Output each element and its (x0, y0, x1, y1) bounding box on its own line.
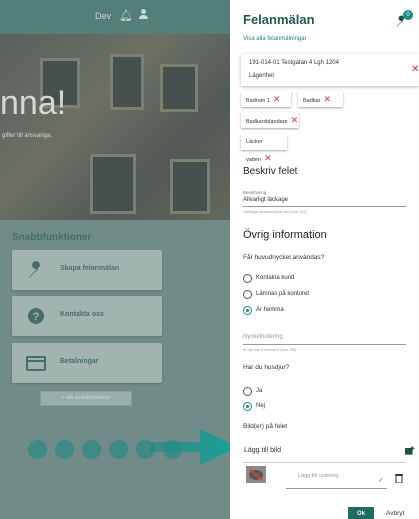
chip-label: Badrum 1 (246, 98, 270, 104)
cancel-button[interactable]: Avbryt (386, 510, 404, 517)
images-heading: Bild(er) på felet (243, 423, 288, 430)
description-underline (243, 206, 406, 207)
description-input[interactable]: Allvarligt läckage (243, 197, 288, 203)
pet-question: Har du husdjur? (243, 364, 290, 371)
chip-symptom: Läcker vatten ✕ (241, 134, 287, 163)
chip-part: Badkarsblandare ✕ (241, 112, 299, 128)
key-note-hint: Ex när kan vi komma in (max 256) (243, 348, 297, 352)
chip-label: Badkar (303, 98, 321, 104)
radio-button[interactable] (243, 306, 252, 315)
pointer-arrow-icon (150, 429, 230, 465)
address-type: Lägenhet (249, 73, 275, 79)
radio-label: Är hemma (256, 307, 284, 313)
image-note-input[interactable]: Lägg till notering (298, 473, 338, 479)
radio-button[interactable] (243, 387, 252, 396)
chip-object: Badkar ✕ (298, 91, 343, 107)
fault-report-counter[interactable]: 0 (395, 10, 417, 28)
remove-address-icon[interactable]: ✕ (411, 64, 419, 75)
remove-chip-icon[interactable]: ✕ (323, 94, 331, 104)
remove-chip-icon[interactable]: ✕ (264, 153, 272, 163)
selected-address-card: 191-014-01 Testgatan 4 Lgh 1204 Lägenhet… (241, 54, 419, 86)
background-app: Dev 🔔︎ nna! gifter till ansvariga, Snabb… (0, 0, 230, 519)
radio-button[interactable] (243, 290, 252, 299)
radio-label: Ja (256, 388, 263, 394)
radio-button[interactable] (243, 274, 252, 283)
key-question: Får huvudnyckel användas? (243, 254, 325, 261)
image-thumbnail[interactable] (246, 466, 266, 483)
panel-title: Felanmälan (243, 12, 315, 27)
view-all-reports-link[interactable]: Visa alla felanmälningar (243, 36, 307, 42)
fault-report-panel: Felanmälan 0 Visa alla felanmälningar 19… (230, 0, 419, 519)
description-label: Beskrivning (243, 190, 267, 195)
add-photo-icon[interactable] (405, 446, 415, 455)
radio-label: Kontakta kund (256, 275, 295, 281)
add-image-row[interactable]: Lägg till bild (241, 446, 419, 460)
add-image-divider (243, 462, 406, 463)
ok-button[interactable]: Ok (348, 507, 374, 519)
trash-icon[interactable] (395, 473, 403, 483)
remove-chip-icon[interactable]: ✕ (273, 94, 281, 104)
chip-label: Läcker vatten (246, 139, 263, 163)
radio-button[interactable] (243, 402, 252, 411)
image-note-underline (286, 488, 387, 489)
count-badge: 0 (403, 10, 413, 20)
radio-label: Nej (256, 403, 266, 409)
remove-chip-icon[interactable]: ✕ (291, 115, 299, 125)
add-image-label: Lägg till bild (244, 447, 281, 454)
describe-heading: Beskriv felet (243, 166, 298, 177)
address-line: 191-014-01 Testgatan 4 Lgh 1204 (249, 60, 339, 66)
other-info-heading: Övrig information (243, 229, 327, 241)
resize-handle-icon[interactable]: ∕∕ (380, 478, 382, 484)
radio-label: Lämnas på kontoret (256, 291, 310, 297)
description-hint: Ytterligare beskrivning av felet (max 51… (243, 210, 307, 214)
key-note-underline (243, 344, 406, 345)
chip-room: Badrum 1 ✕ (241, 91, 291, 107)
key-note-input[interactable]: Nyckelnotering (243, 334, 283, 340)
chip-label: Badkarsblandare (246, 119, 288, 125)
